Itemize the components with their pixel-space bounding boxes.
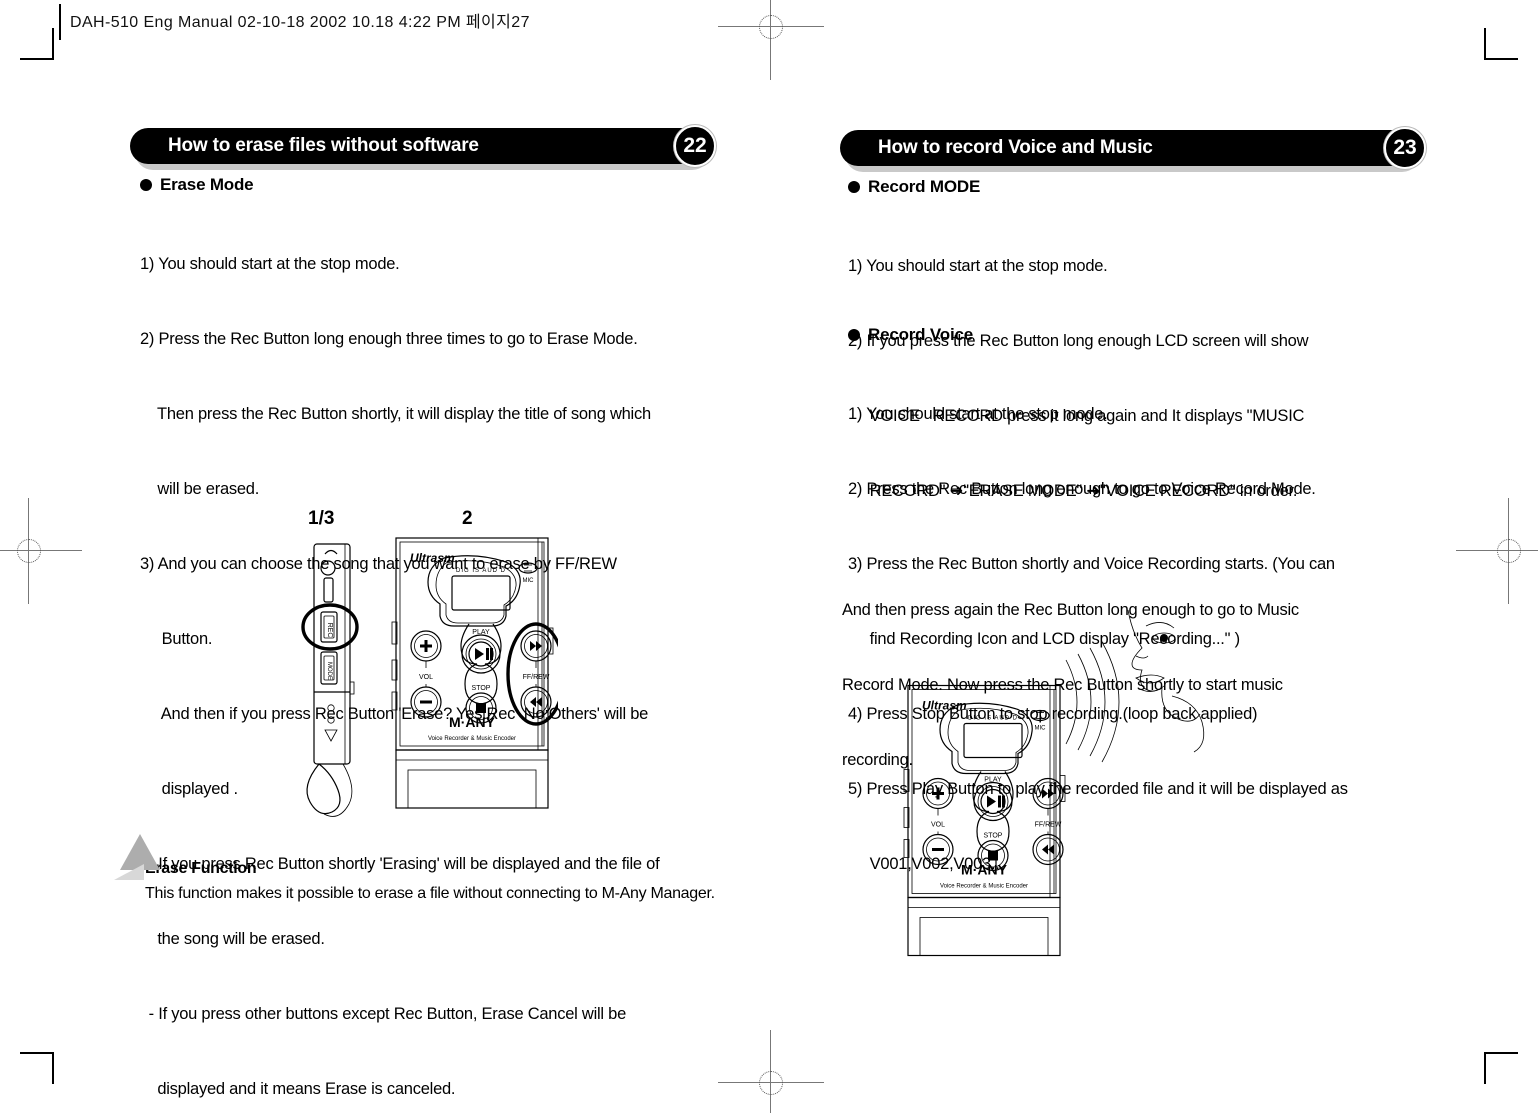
manual-spread: DAH-510 Eng Manual 02-10-18 2002 10.18 4…	[0, 0, 1538, 1113]
step-line: 1) You should start at the stop mode.	[848, 405, 1108, 423]
step-line: 1) You should start at the stop mode.	[140, 255, 400, 273]
step-line: - If you press other buttons except Rec …	[140, 1005, 627, 1023]
registration-mark-right	[1456, 498, 1538, 604]
face-speaking-illustration	[1065, 609, 1205, 763]
record-mode-heading-label: Record MODE	[868, 177, 981, 196]
left-section-header: How to erase files without software 22	[130, 125, 716, 170]
step-line: 2) Press the Rec Button long enough thre…	[140, 330, 638, 348]
crop-mark-top-left-v	[52, 28, 54, 60]
record-voice-heading-label: Record Voice	[868, 325, 973, 344]
record-voice-heading: Record Voice	[848, 325, 1423, 345]
device-lcd-label: DIG IS AUD D	[456, 568, 506, 574]
registration-mark-left	[0, 498, 82, 604]
registration-mark-bottom	[718, 1030, 824, 1113]
step-line: will be erased.	[140, 480, 260, 498]
right-section-header: How to record Voice and Music 23	[840, 127, 1426, 172]
step-line: the song will be erased.	[140, 930, 325, 948]
figure-label-side: 1/3	[308, 508, 335, 529]
device-mic-label: MIC	[523, 578, 535, 584]
record-mode-heading: Record MODE	[848, 177, 1423, 197]
crop-mark-bottom-left-v	[52, 1052, 54, 1084]
step-line: Then press the Rec Button shortly, it wi…	[140, 405, 651, 423]
left-page-number: 22	[674, 125, 716, 167]
crop-mark-bottom-right-v	[1484, 1052, 1486, 1084]
crop-mark-top-right-v	[1484, 28, 1486, 60]
figure-label-front: 2	[462, 508, 473, 529]
erase-mode-heading: Erase Mode	[140, 175, 710, 195]
device-stop-label: STOP	[984, 833, 1003, 840]
device-ffrew-label: FF/REW	[523, 674, 550, 681]
device-stop-label: STOP	[472, 685, 491, 692]
device-side-view: REC MODE	[301, 543, 359, 817]
device-logo-label: M·ANY	[449, 714, 496, 730]
slug-line: DAH-510 Eng Manual 02-10-18 2002 10.18 4…	[70, 14, 530, 31]
device-tagline-label: Voice Recorder & Music Encoder	[428, 736, 516, 742]
device-logo-label: M·ANY	[961, 862, 1008, 878]
step-line: displayed and it means Erase is canceled…	[140, 1080, 456, 1098]
registration-mark-top	[718, 0, 824, 80]
right-header-title: How to record Voice and Music	[878, 137, 1153, 158]
device-rec-label: REC	[326, 623, 333, 638]
bullet-dot-icon	[848, 181, 860, 193]
device-mic-label: MIC	[1035, 726, 1047, 732]
right-page-number: 23	[1384, 127, 1426, 169]
device-vol-label: VOL	[931, 822, 945, 829]
crop-mark-bottom-right-h	[1486, 1052, 1518, 1054]
erase-mode-heading-label: Erase Mode	[160, 175, 254, 194]
erase-function-note: Erase Function This function makes it po…	[114, 834, 720, 903]
crop-mark-top-right-h	[1486, 58, 1518, 60]
left-header-title: How to erase files without software	[168, 135, 479, 156]
crop-mark-bottom-left-h	[20, 1052, 52, 1054]
bullet-dot-icon	[848, 329, 860, 341]
device-mode-label: MODE	[326, 662, 332, 680]
note-body: This function makes it possible to erase…	[145, 885, 715, 902]
step-line: 2) Press the Rec Button long enough to g…	[848, 480, 1316, 498]
slug-rule	[59, 4, 61, 40]
device-lcd-label: DIG IS AUD D	[968, 716, 1018, 722]
device-tagline-label: Voice Recorder & Music Encoder	[940, 884, 1028, 890]
device-front-view: Ultrasm DIG IS AUD D MIC PLAY STOP VOL F…	[391, 537, 558, 809]
step-line: 1) You should start at the stop mode.	[848, 257, 1108, 275]
bullet-dot-icon	[140, 179, 152, 191]
device-vol-label: VOL	[419, 674, 433, 681]
device-front-view-recording: Ultrasm DIG IS AUD D MIC PLAY STOP VOL F…	[903, 684, 1066, 957]
crop-mark-top-left-h	[20, 58, 52, 60]
note-triangle-shadow	[114, 864, 144, 880]
